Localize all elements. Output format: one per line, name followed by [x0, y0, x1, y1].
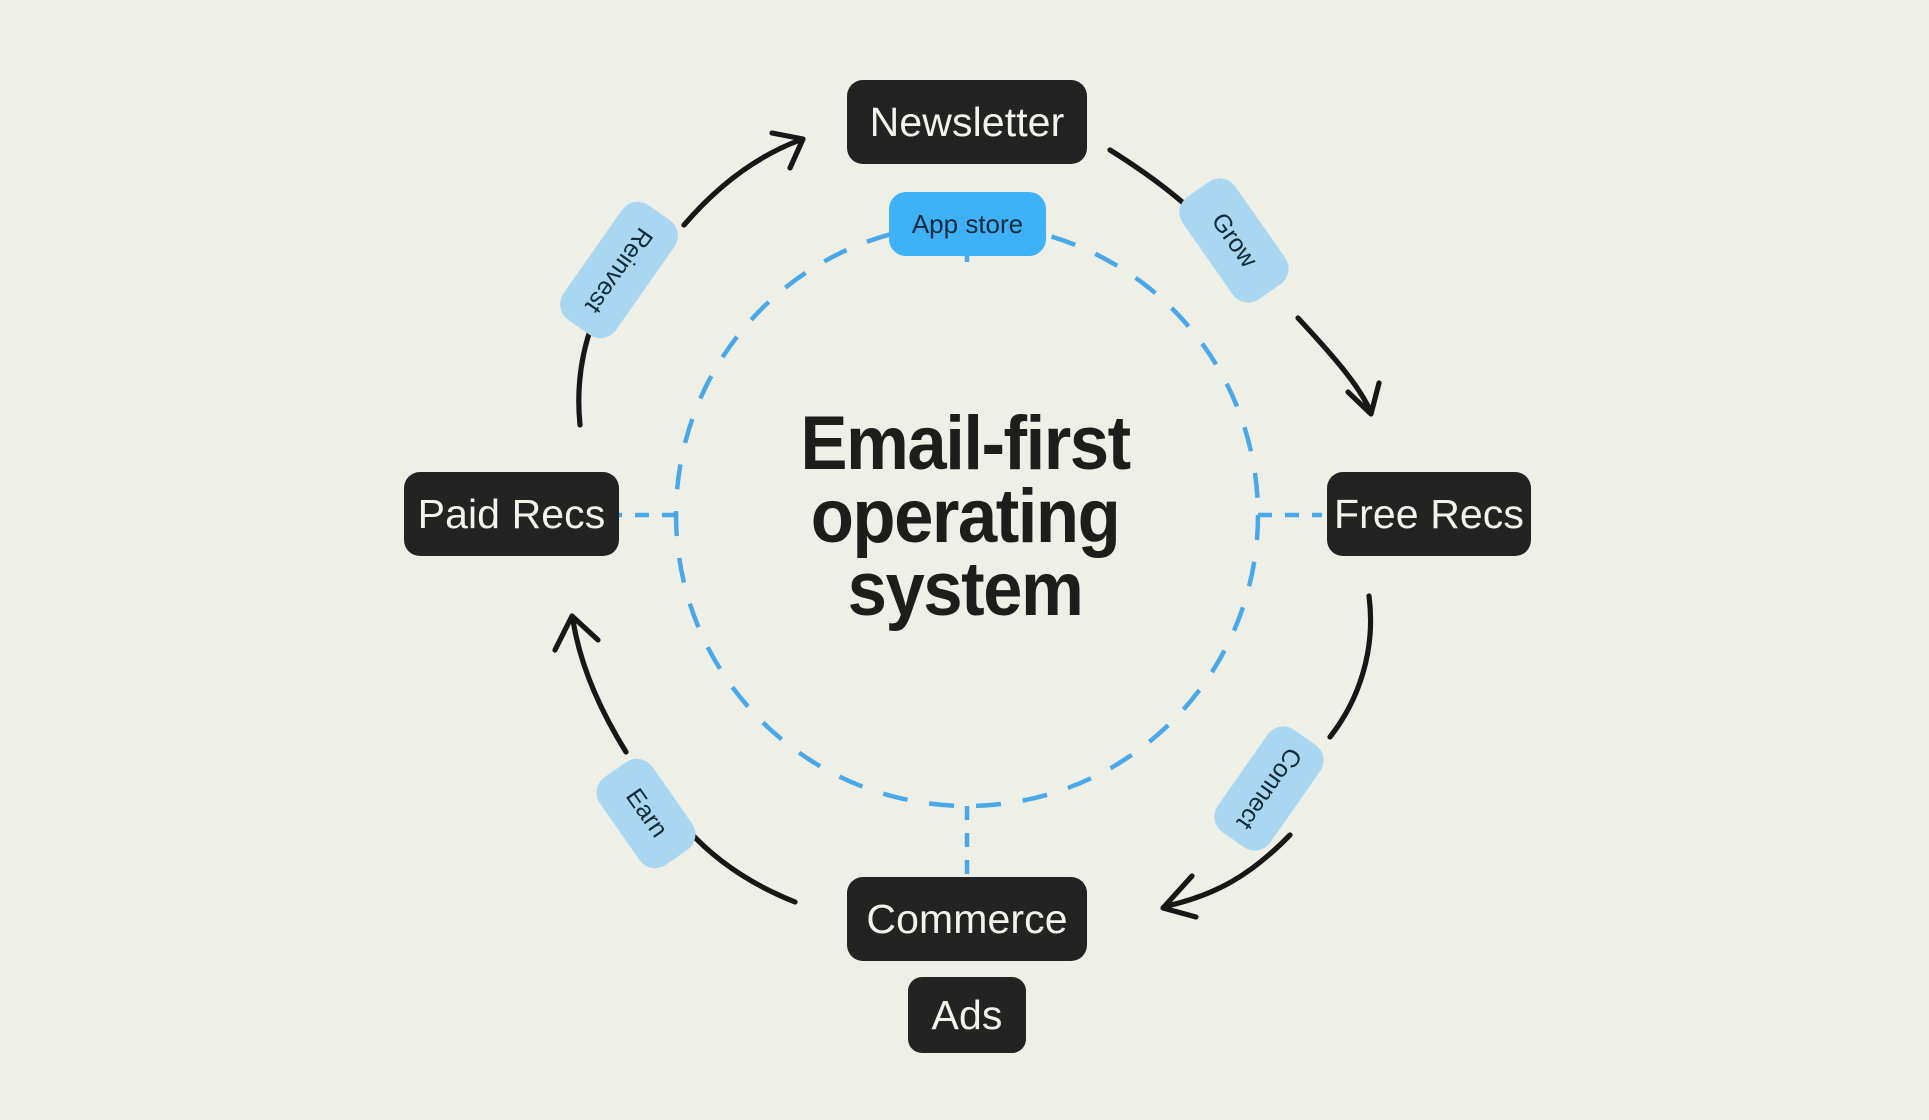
node-newsletter[interactable]: Newsletter — [847, 80, 1087, 164]
node-ads-label: Ads — [931, 991, 1003, 1038]
node-free-recs-label: Free Recs — [1334, 490, 1525, 537]
step-earn-label: Earn — [619, 783, 674, 843]
step-earn[interactable]: Earn — [589, 751, 703, 876]
diagram-canvas: Email-first operating system Newsletter … — [0, 0, 1929, 1120]
arrowhead-newsletter — [769, 130, 806, 171]
node-app-store-label: App store — [911, 209, 1024, 239]
arrowhead-commerce — [1160, 873, 1199, 920]
center-title: Email-first operating system — [704, 401, 1225, 632]
arrow-earn-to-paid-recs — [570, 617, 629, 755]
step-grow[interactable]: Grow — [1171, 170, 1297, 311]
step-reinvest[interactable]: Reinvest — [552, 194, 686, 346]
center-title-line-3: system — [847, 546, 1083, 632]
arrow-connect-to-commerce — [1164, 832, 1293, 909]
center-title-line-2: operating — [810, 473, 1120, 559]
node-app-store[interactable]: App store — [889, 192, 1046, 256]
node-commerce[interactable]: Commerce — [847, 877, 1087, 961]
node-paid-recs[interactable]: Paid Recs — [404, 472, 619, 556]
step-connect[interactable]: Connect — [1206, 718, 1332, 859]
node-commerce-label: Commerce — [866, 895, 1068, 942]
node-ads[interactable]: Ads — [908, 977, 1026, 1053]
arrow-commerce-to-earn — [685, 827, 798, 905]
node-paid-recs-label: Paid Recs — [417, 490, 606, 537]
step-connect-label: Connect — [1231, 742, 1308, 835]
step-reinvest-label: Reinvest — [580, 222, 659, 319]
step-grow-label: Grow — [1205, 207, 1264, 273]
arrowhead-free-recs — [1345, 380, 1382, 417]
arrow-reinvest-to-newsletter — [681, 137, 803, 228]
arrow-grow-to-free-recs — [1295, 315, 1373, 413]
center-title-line-1: Email-first — [799, 401, 1131, 486]
node-free-recs[interactable]: Free Recs — [1327, 472, 1531, 556]
node-newsletter-label: Newsletter — [869, 98, 1065, 145]
arrowhead-paid-recs — [552, 613, 601, 653]
arrow-free-recs-to-connect — [1327, 593, 1374, 740]
